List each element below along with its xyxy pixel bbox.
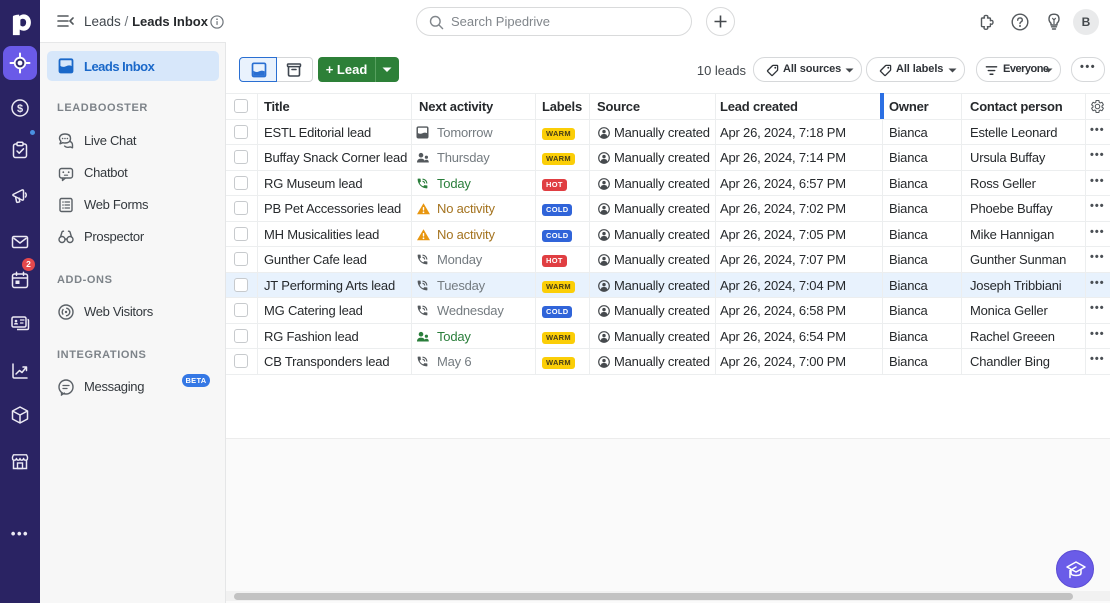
- svg-text:$: $: [17, 103, 23, 115]
